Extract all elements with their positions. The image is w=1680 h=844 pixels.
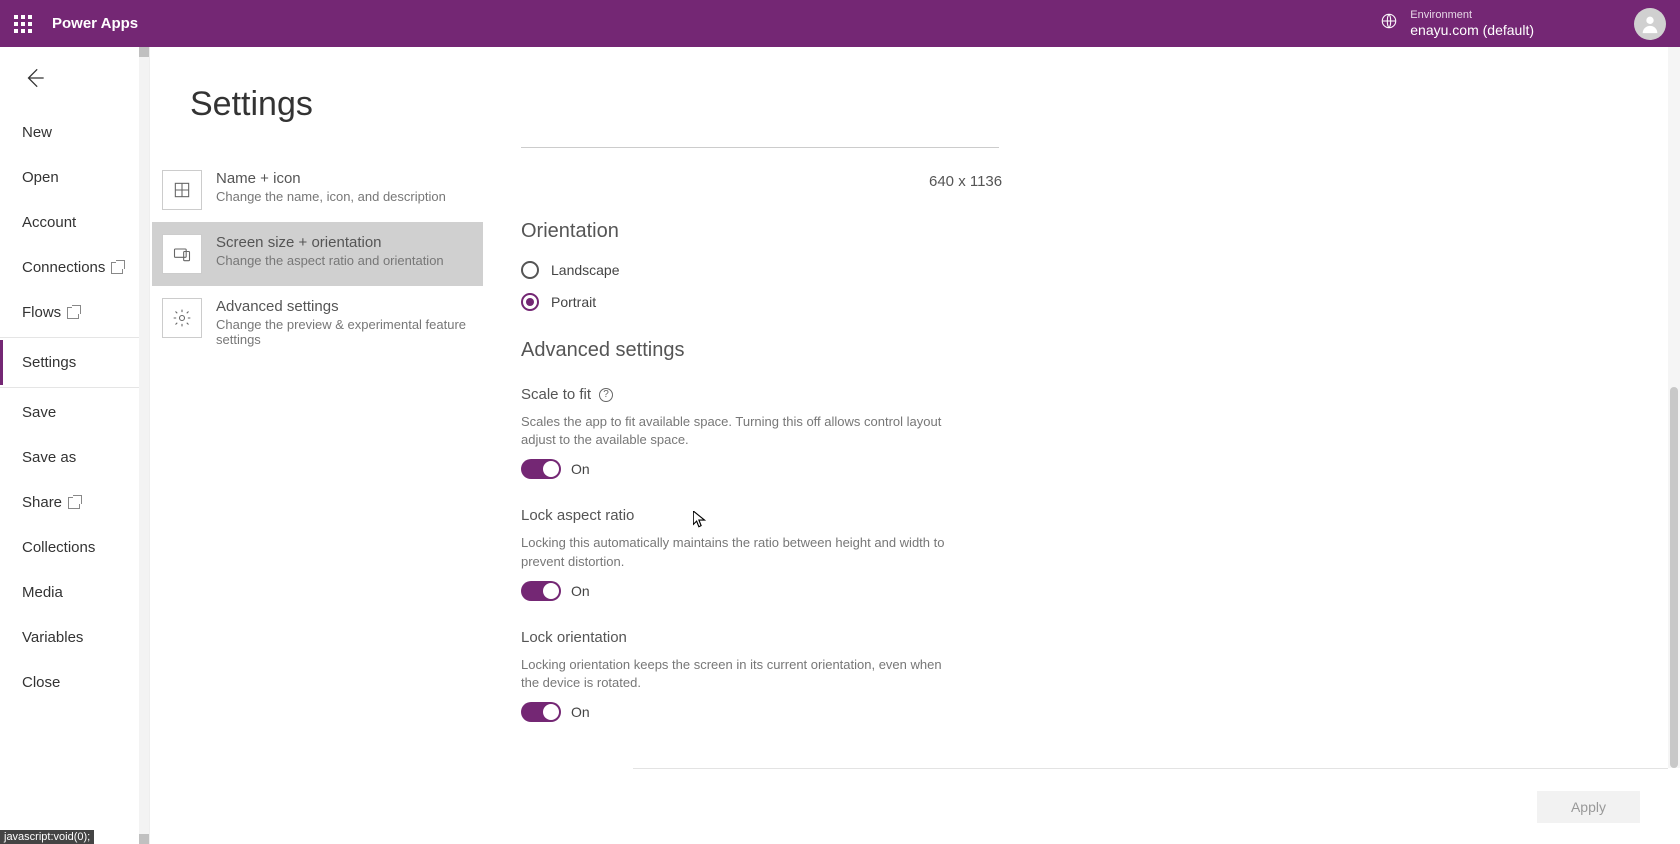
category-title: Name + icon	[216, 170, 446, 187]
filemenu-new[interactable]: New	[0, 110, 149, 155]
toggle-state: On	[571, 461, 590, 477]
filemenu-scrollbar[interactable]	[139, 47, 149, 844]
settings-categories: Name + icon Change the name, icon, and d…	[152, 158, 483, 844]
scale-to-fit-toggle[interactable]	[521, 459, 561, 479]
category-desc: Change the name, icon, and description	[216, 189, 446, 204]
lock-aspect-desc: Locking this automatically maintains the…	[521, 534, 961, 570]
filemenu-connections[interactable]: Connections	[0, 245, 149, 290]
filemenu-variables[interactable]: Variables	[0, 615, 149, 660]
toggle-state: On	[571, 583, 590, 599]
filemenu-settings[interactable]: Settings	[0, 340, 149, 385]
grid-icon	[162, 170, 202, 210]
filemenu-close[interactable]: Close	[0, 660, 149, 705]
radio-icon	[521, 261, 539, 279]
environment-label: Environment	[1410, 9, 1534, 22]
file-menu: New Open Account Connections Flows Setti…	[0, 47, 150, 844]
radio-landscape[interactable]: Landscape	[521, 261, 1640, 279]
globe-icon	[1380, 12, 1398, 35]
external-icon	[111, 262, 123, 274]
avatar[interactable]	[1634, 8, 1666, 40]
app-header: Power Apps Environment enayu.com (defaul…	[0, 0, 1680, 47]
filemenu-share[interactable]: Share	[0, 480, 149, 525]
filemenu-collections[interactable]: Collections	[0, 525, 149, 570]
settings-content: Settings Name + icon Change the name, ic…	[150, 47, 1680, 844]
lock-orientation-toggle[interactable]	[521, 702, 561, 722]
category-desc: Change the aspect ratio and orientation	[216, 253, 444, 268]
advanced-heading: Advanced settings	[521, 339, 1640, 362]
preview-dimensions: 640 x 1136	[929, 173, 1640, 190]
waffle-icon[interactable]	[14, 15, 32, 33]
footer-bar: Apply	[633, 768, 1668, 844]
preview-divider	[521, 147, 999, 157]
orientation-heading: Orientation	[521, 220, 1640, 243]
scale-to-fit-title: Scale to fit ?	[521, 386, 1640, 403]
apply-button[interactable]: Apply	[1537, 791, 1640, 823]
category-screen-size[interactable]: Screen size + orientation Change the asp…	[152, 222, 483, 286]
environment-value: enayu.com (default)	[1410, 22, 1534, 39]
scale-to-fit-desc: Scales the app to fit available space. T…	[521, 413, 961, 449]
filemenu-saveas[interactable]: Save as	[0, 435, 149, 480]
radio-label: Portrait	[551, 294, 596, 310]
page-title: Settings	[190, 85, 313, 124]
category-title: Screen size + orientation	[216, 234, 444, 251]
help-icon[interactable]: ?	[599, 388, 613, 402]
radio-label: Landscape	[551, 262, 620, 278]
filemenu-media[interactable]: Media	[0, 570, 149, 615]
lock-aspect-title: Lock aspect ratio	[521, 507, 1640, 524]
radio-portrait[interactable]: Portrait	[521, 293, 1640, 311]
filemenu-account[interactable]: Account	[0, 200, 149, 245]
external-icon	[67, 307, 79, 319]
browser-status: javascript:void(0);	[0, 830, 94, 844]
toggle-state: On	[571, 704, 590, 720]
filemenu-save[interactable]: Save	[0, 390, 149, 435]
category-desc: Change the preview & experimental featur…	[216, 317, 469, 347]
environment-picker[interactable]: Environment enayu.com (default)	[1410, 9, 1534, 39]
lock-orientation-desc: Locking orientation keeps the screen in …	[521, 656, 961, 692]
device-icon	[162, 234, 202, 274]
lock-orientation-title: Lock orientation	[521, 629, 1640, 646]
filemenu-flows[interactable]: Flows	[0, 290, 149, 335]
category-title: Advanced settings	[216, 298, 469, 315]
lock-aspect-toggle[interactable]	[521, 581, 561, 601]
radio-icon	[521, 293, 539, 311]
settings-detail: 640 x 1136 Orientation Landscape Portrai…	[483, 147, 1680, 844]
category-name-icon[interactable]: Name + icon Change the name, icon, and d…	[152, 158, 483, 222]
category-advanced[interactable]: Advanced settings Change the preview & e…	[152, 286, 483, 359]
gear-icon	[162, 298, 202, 338]
detail-scrollbar[interactable]	[1668, 47, 1680, 768]
back-button[interactable]	[0, 47, 149, 110]
app-name: Power Apps	[52, 15, 138, 32]
filemenu-open[interactable]: Open	[0, 155, 149, 200]
external-icon	[68, 497, 80, 509]
